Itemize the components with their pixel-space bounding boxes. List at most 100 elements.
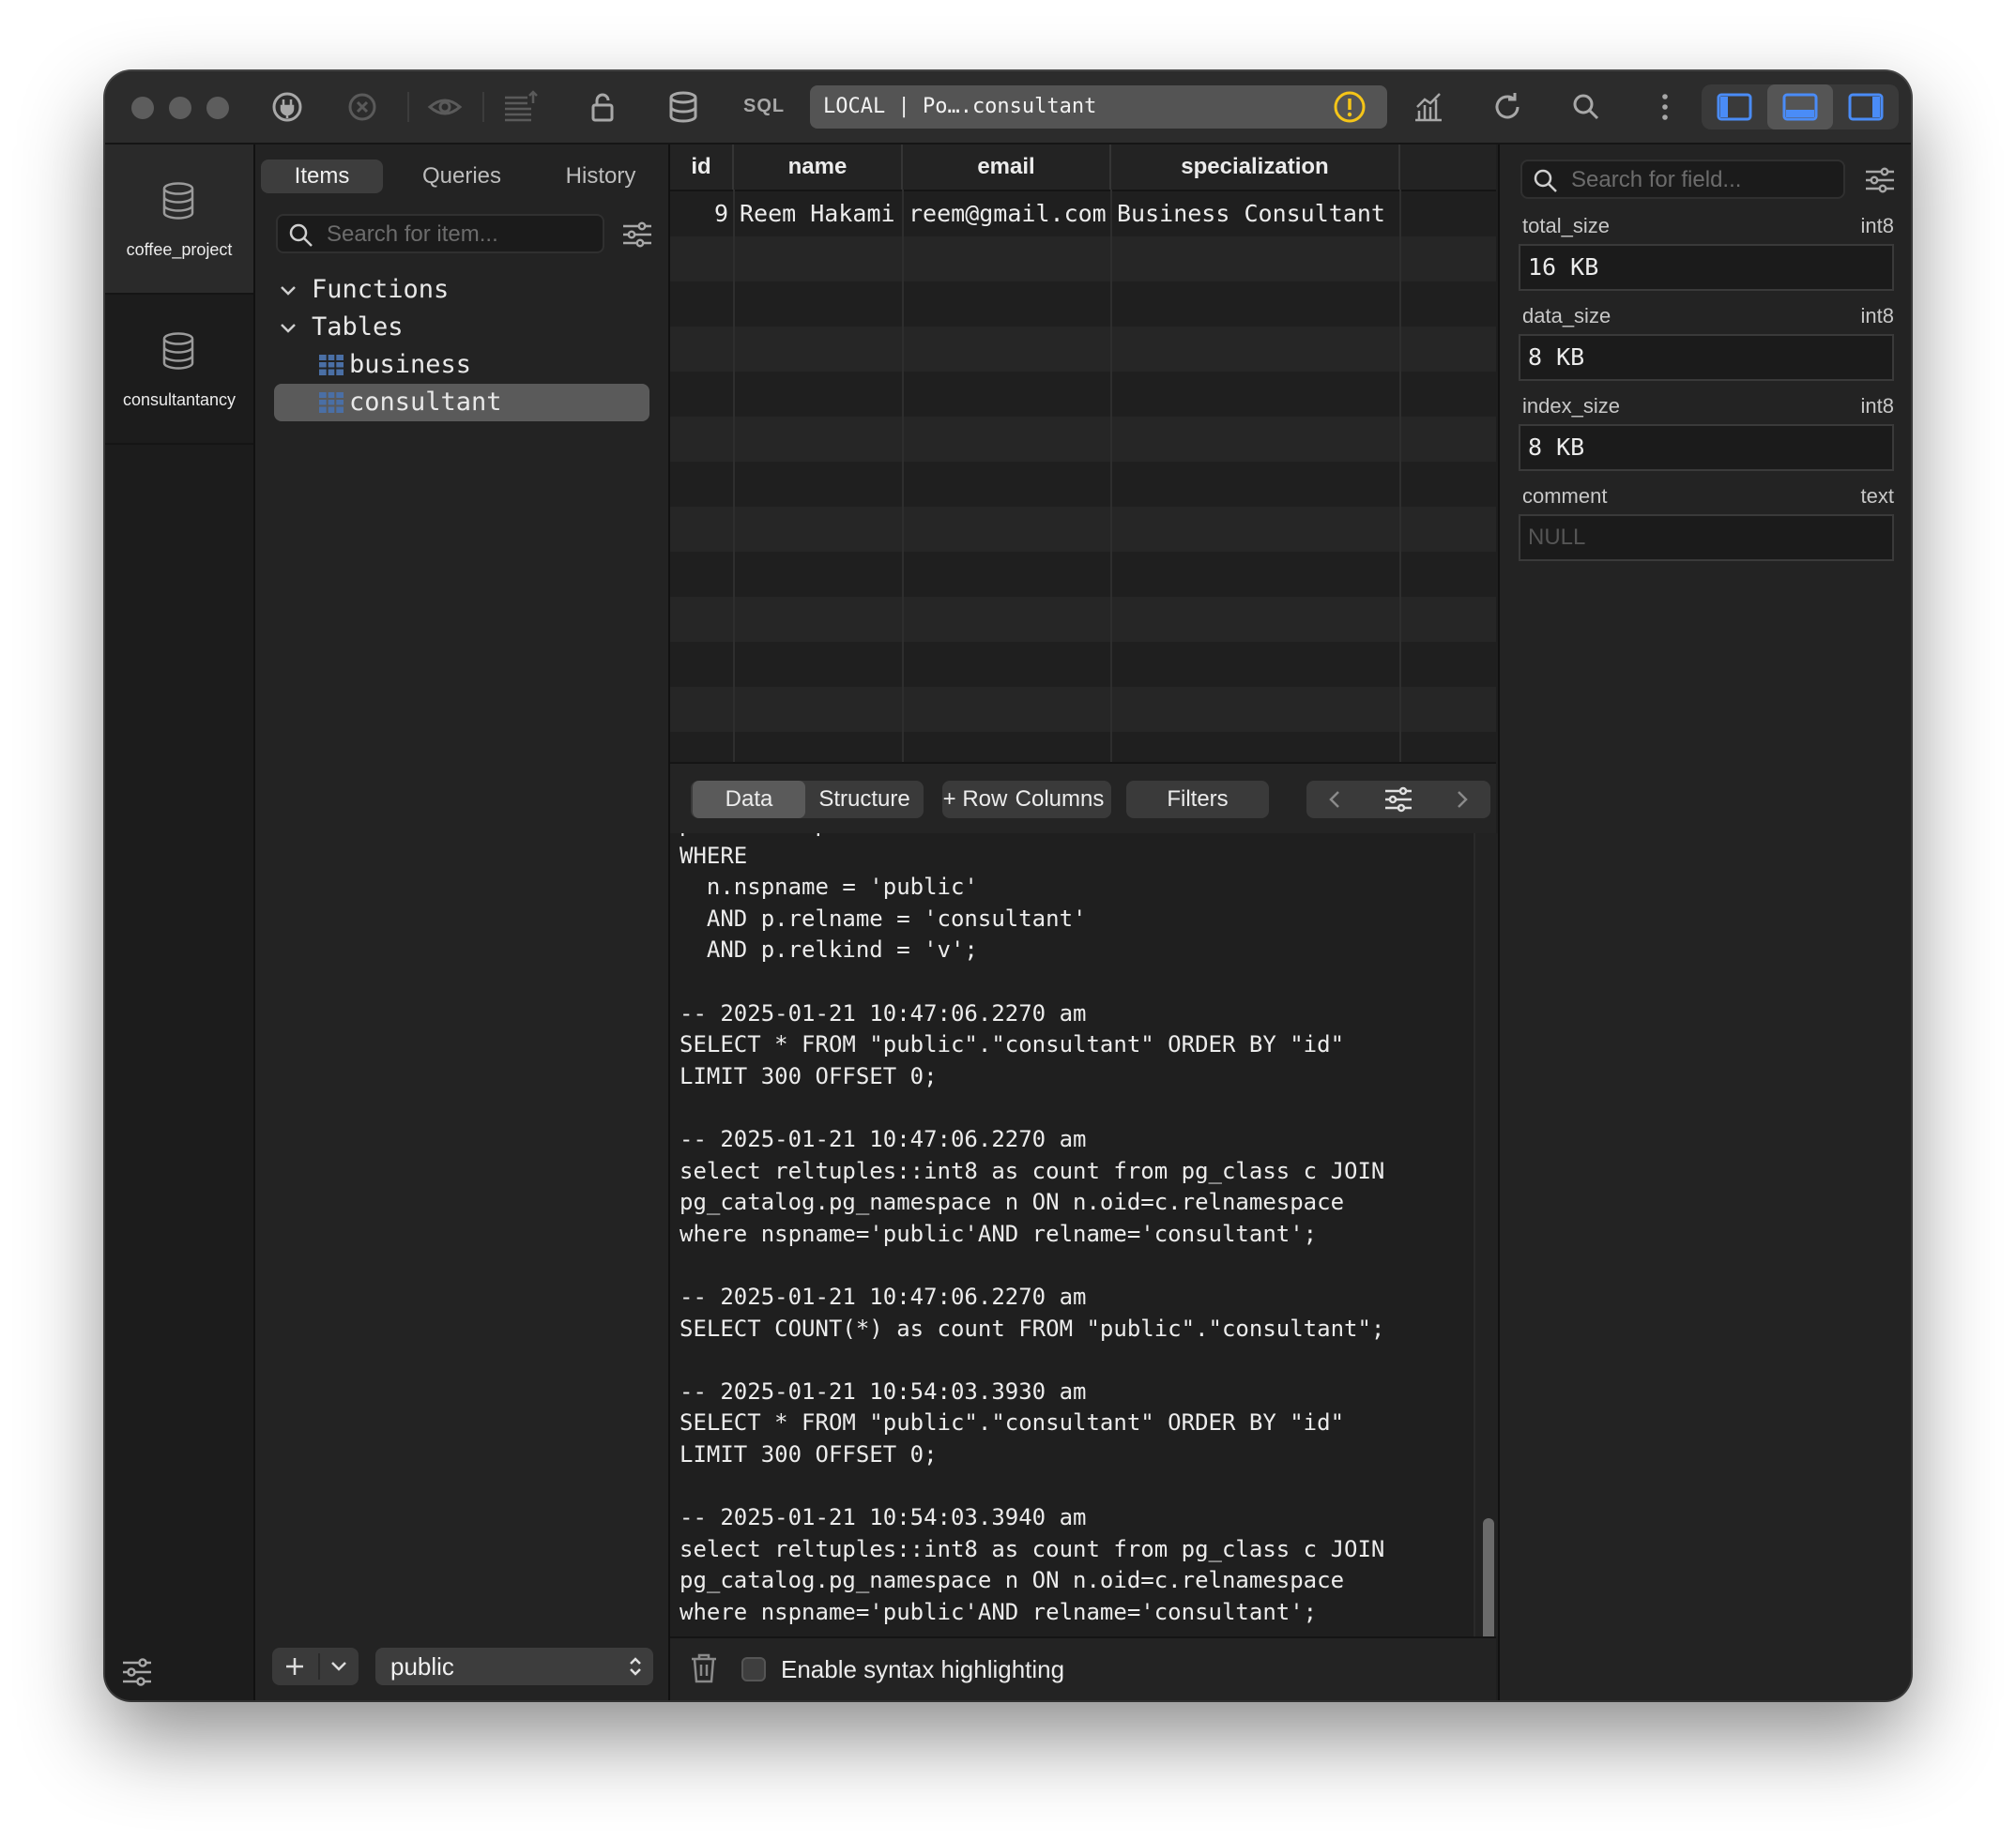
toggle-left-panel-icon[interactable] [1702, 84, 1767, 129]
chart-icon[interactable] [1410, 88, 1447, 126]
columns-button[interactable]: Columns [1008, 781, 1111, 818]
field-type-index-size: int8 [1860, 394, 1894, 418]
syntax-highlighting-label: Enable syntax highlighting [781, 1655, 1065, 1683]
table-icon [319, 355, 344, 375]
toggle-right-panel-icon[interactable] [1833, 84, 1899, 129]
search-icon [289, 223, 313, 247]
rail-settings-icon[interactable] [120, 1655, 154, 1694]
empty-row [670, 507, 1496, 552]
toggle-bottom-panel-icon[interactable] [1767, 84, 1833, 129]
tab-items[interactable]: Items [261, 160, 383, 193]
structure-tab-button[interactable]: Structure [807, 781, 922, 818]
chevron-up-down-icon [630, 1657, 641, 1676]
database-item-coffee-project[interactable]: coffee_project [105, 145, 253, 295]
data-grid: id name email specialization 9 Reem Haka… [670, 145, 1496, 762]
database-icon [162, 182, 194, 220]
column-header-name[interactable]: name [734, 145, 903, 190]
database-label: consultantancy [122, 390, 237, 409]
cell-specialization[interactable]: Business Consultant [1111, 191, 1400, 236]
pagination-segment [1306, 781, 1490, 818]
field-type-total-size: int8 [1860, 214, 1894, 237]
add-item-button[interactable] [272, 1648, 359, 1685]
app-window: SQL LOCAL | Po….consultant coffee_projec… [105, 71, 1911, 1700]
filters-segment: Filters [1126, 781, 1269, 818]
field-name-data-size: data_size [1522, 304, 1611, 327]
more-icon[interactable] [1646, 88, 1684, 126]
field-search-input[interactable] [1569, 161, 1841, 199]
connection-title[interactable]: LOCAL | Po….consultant [810, 85, 1387, 129]
empty-row [670, 372, 1496, 417]
cell-name[interactable]: Reem Hakami [734, 191, 903, 236]
grid-toolbar: Data Structure + Row Columns Filters [670, 762, 1496, 835]
column-header-id[interactable]: id [670, 145, 734, 190]
list-upload-icon[interactable] [501, 88, 539, 126]
panel-toggle-group [1702, 84, 1899, 129]
view-mode-segment: Data Structure [691, 781, 924, 818]
field-type-data-size: int8 [1860, 304, 1894, 327]
plug-icon[interactable] [268, 88, 306, 126]
data-tab-button[interactable]: Data [693, 781, 805, 818]
tree-item-label: business [349, 350, 472, 379]
lock-icon[interactable] [584, 88, 621, 126]
cell-id[interactable]: 9 [670, 191, 734, 236]
chevron-left-icon [1329, 791, 1339, 808]
chevron-down-icon [281, 286, 296, 296]
chevron-down-icon [281, 324, 296, 333]
next-page-button[interactable] [1434, 781, 1490, 818]
tab-history[interactable]: History [537, 160, 664, 193]
column-header-email[interactable]: email [903, 145, 1111, 190]
add-row-button[interactable]: + Row [942, 781, 1008, 818]
syntax-highlighting-checkbox[interactable] [741, 1657, 766, 1681]
console-scrollbar[interactable] [1474, 833, 1498, 1696]
database-icon [162, 332, 194, 370]
database-icon[interactable] [664, 88, 702, 126]
field-value-total-size[interactable]: 16 KB [1519, 244, 1894, 291]
tab-queries[interactable]: Queries [396, 160, 527, 193]
navigator-tabs: Items Queries History [255, 160, 668, 197]
pagination-settings-icon[interactable] [1370, 781, 1427, 818]
empty-row [670, 327, 1496, 372]
close-circle-icon[interactable] [344, 88, 381, 126]
item-filter-icon[interactable] [621, 220, 653, 254]
table-row[interactable]: 9 Reem Hakami reem@gmail.com Business Co… [670, 191, 1496, 236]
empty-row [670, 597, 1496, 642]
item-search-input[interactable] [325, 216, 601, 253]
field-search [1520, 160, 1845, 199]
field-value-comment[interactable]: NULL [1519, 514, 1894, 561]
tree-item-consultant[interactable]: consultant [274, 384, 649, 421]
minimize-window-button[interactable] [169, 97, 191, 119]
refresh-icon[interactable] [1489, 88, 1526, 126]
sql-button[interactable]: SQL [743, 96, 785, 117]
query-log-console[interactable]: p.relnamespace WHERE n.nspname = 'public… [670, 833, 1496, 1636]
tree-group-label: Tables [312, 312, 404, 342]
column-header-specialization[interactable]: specialization [1111, 145, 1400, 190]
tree-item-business[interactable]: business [274, 346, 649, 384]
tree-group-functions[interactable]: Functions [274, 271, 649, 309]
previous-page-button[interactable] [1306, 781, 1363, 818]
empty-row [670, 462, 1496, 507]
filters-button[interactable]: Filters [1126, 781, 1269, 818]
warning-icon[interactable] [1331, 88, 1368, 126]
field-value-data-size[interactable]: 8 KB [1519, 334, 1894, 381]
eye-icon[interactable] [426, 88, 464, 126]
tree-group-label: Functions [312, 275, 450, 304]
toolbar: SQL LOCAL | Po….consultant [105, 71, 1911, 145]
field-filter-icon[interactable] [1864, 165, 1896, 200]
empty-row [670, 642, 1496, 687]
cell-email[interactable]: reem@gmail.com [903, 191, 1111, 236]
empty-row [670, 687, 1496, 732]
search-icon [1534, 169, 1557, 192]
empty-row [670, 236, 1496, 281]
field-value-index-size[interactable]: 8 KB [1519, 424, 1894, 471]
database-item-consultantancy[interactable]: consultantancy [105, 295, 253, 445]
trash-icon[interactable] [689, 1651, 719, 1690]
tree-item-label: consultant [349, 388, 502, 417]
row-columns-segment: + Row Columns [942, 781, 1111, 818]
search-icon[interactable] [1567, 88, 1605, 126]
zoom-window-button[interactable] [206, 97, 229, 119]
close-window-button[interactable] [131, 97, 154, 119]
schema-select[interactable]: public [375, 1648, 653, 1685]
grid-header: id name email specialization [670, 145, 1496, 191]
navigator-panel: Items Queries History Functions Tables b… [255, 145, 670, 1700]
tree-group-tables[interactable]: Tables [274, 309, 649, 346]
